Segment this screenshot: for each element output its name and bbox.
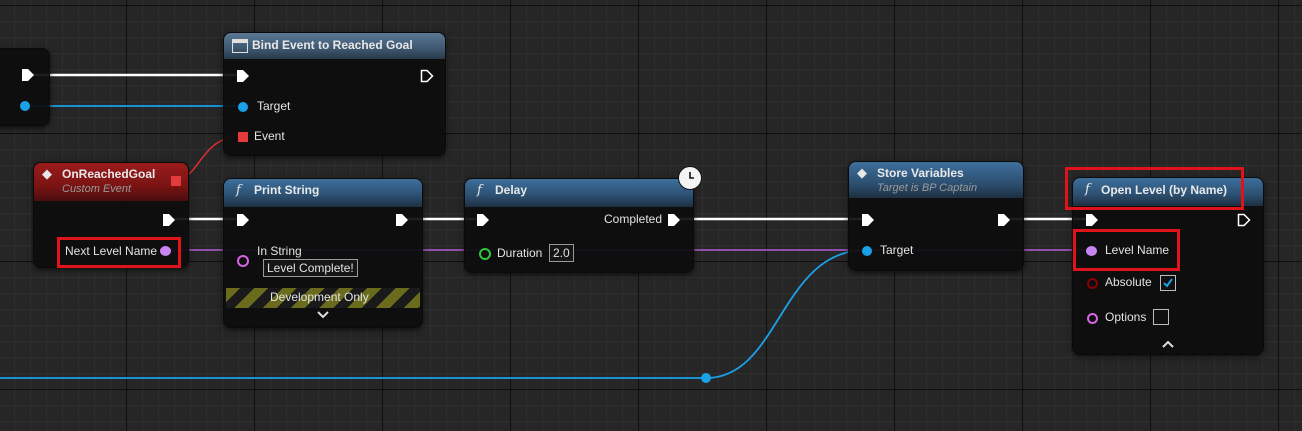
completed-exec-out-pin[interactable]	[667, 213, 681, 227]
options-checkbox[interactable]	[1153, 309, 1169, 325]
options-pin[interactable]	[1087, 313, 1098, 324]
event-diamond-icon: ◆	[857, 166, 867, 181]
offscreen-node[interactable]	[0, 48, 50, 126]
chevron-up-icon[interactable]	[1162, 340, 1174, 350]
in-string-label: In String	[257, 244, 302, 258]
options-label: Options	[1105, 310, 1147, 324]
print-string-node[interactable]: f Print String In String Level Complete!…	[223, 178, 423, 328]
offscreen-exec-pin[interactable]	[21, 68, 35, 82]
delay-exec-in-pin[interactable]	[476, 213, 490, 227]
in-string-value-input[interactable]: Level Complete!	[263, 259, 358, 277]
chevron-down-icon[interactable]	[317, 310, 329, 320]
store-variables-subtitle: Target is BP Captain	[877, 182, 978, 194]
bind-event-event-label: Event	[254, 129, 285, 143]
latent-clock-icon	[678, 166, 702, 190]
delay-node[interactable]: f Delay Completed Duration 2.0	[464, 178, 694, 273]
delegate-output-pin[interactable]	[171, 176, 181, 186]
object-wire	[0, 249, 867, 379]
highlight-open-level-title	[1065, 167, 1244, 210]
in-string-pin[interactable]	[237, 255, 249, 267]
reroute-knot	[701, 373, 711, 383]
bind-event-exec-out-pin[interactable]	[420, 69, 434, 83]
store-variables-title: Store Variables	[877, 166, 964, 180]
bind-event-exec-in-pin[interactable]	[236, 69, 250, 83]
bind-event-target-pin[interactable]	[238, 102, 248, 112]
function-icon: f	[477, 183, 482, 198]
highlight-level-name	[1073, 229, 1180, 271]
completed-label: Completed	[604, 212, 663, 226]
open-level-exec-out-pin[interactable]	[1237, 213, 1251, 227]
store-variables-node[interactable]: ◆ Store Variables Target is BP Captain T…	[848, 161, 1024, 271]
highlight-next-level-name	[57, 237, 181, 268]
store-variables-target-pin[interactable]	[862, 246, 872, 256]
bind-event-icon	[232, 39, 248, 53]
function-icon: f	[236, 183, 241, 198]
bind-event-target-label: Target	[257, 99, 291, 113]
duration-value-input[interactable]: 2.0	[549, 244, 574, 262]
bind-event-node[interactable]: Bind Event to Reached Goal Target Event	[223, 32, 446, 156]
store-variables-exec-in-pin[interactable]	[861, 213, 875, 227]
print-string-exec-out-pin[interactable]	[395, 213, 409, 227]
print-string-title: Print String	[254, 183, 320, 197]
absolute-label: Absolute	[1105, 275, 1152, 289]
absolute-pin[interactable]	[1087, 278, 1098, 289]
event-diamond-icon: ◆	[42, 167, 52, 182]
bind-event-event-pin[interactable]	[238, 132, 248, 142]
store-variables-exec-out-pin[interactable]	[997, 213, 1011, 227]
open-level-exec-in-pin[interactable]	[1085, 213, 1099, 227]
delay-title: Delay	[495, 183, 528, 197]
offscreen-object-pin[interactable]	[20, 101, 30, 111]
duration-pin[interactable]	[479, 248, 491, 260]
development-only-label: Development Only	[270, 290, 369, 304]
on-reached-goal-title: OnReachedGoal	[62, 167, 156, 181]
absolute-checkbox[interactable]	[1160, 275, 1176, 291]
print-string-exec-in-pin[interactable]	[236, 213, 250, 227]
on-reached-goal-subtitle: Custom Event	[62, 183, 132, 195]
bind-event-title: Bind Event to Reached Goal	[252, 38, 413, 52]
on-reached-goal-exec-out-pin[interactable]	[162, 213, 176, 227]
duration-label: Duration	[497, 246, 543, 260]
store-variables-target-label: Target	[880, 243, 914, 257]
